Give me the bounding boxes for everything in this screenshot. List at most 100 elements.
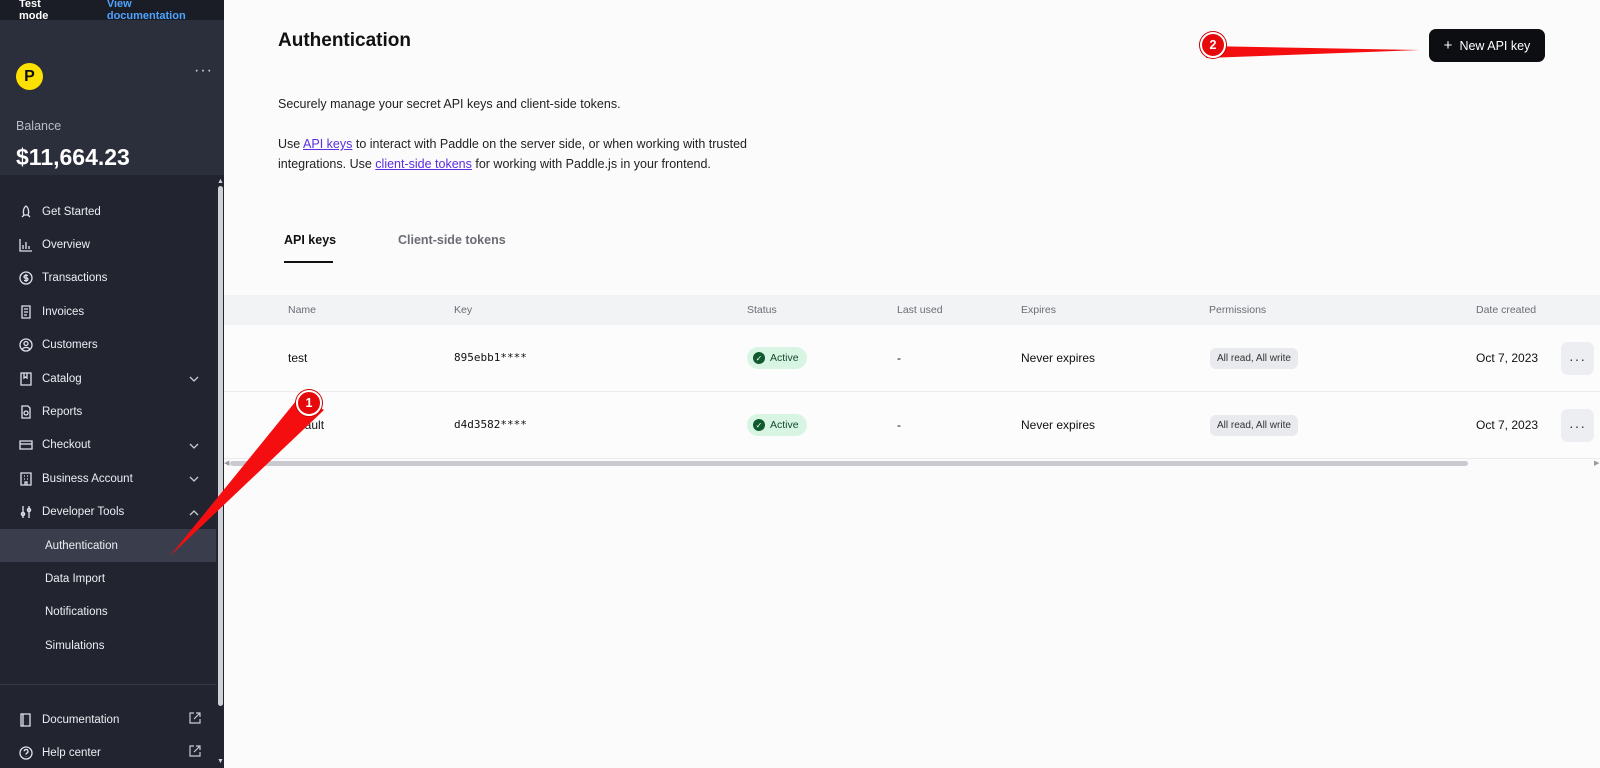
chevron-down-icon[interactable] bbox=[188, 473, 200, 485]
row-key: 895ebb1**** bbox=[454, 351, 527, 364]
external-link-icon bbox=[189, 712, 201, 724]
book-icon bbox=[19, 713, 33, 727]
check-circle-icon: ✓ bbox=[753, 352, 765, 364]
catalog-icon bbox=[19, 371, 33, 386]
sidebar-scrollbar-thumb[interactable] bbox=[218, 186, 223, 706]
scroll-up-arrow-icon[interactable]: ▲ bbox=[217, 178, 224, 185]
dollar-icon bbox=[19, 271, 33, 286]
chart-icon bbox=[19, 238, 33, 252]
sidebar-item-catalog[interactable]: Catalog bbox=[0, 362, 216, 395]
check-circle-icon: ✓ bbox=[753, 419, 765, 431]
status-badge: ✓ Active bbox=[747, 347, 807, 369]
scroll-down-arrow-icon[interactable]: ▼ bbox=[217, 758, 224, 765]
column-header-key[interactable]: Key bbox=[454, 304, 472, 316]
row-date-created: Oct 7, 2023 bbox=[1476, 418, 1539, 432]
row-name: test bbox=[288, 351, 308, 365]
active-tab-indicator bbox=[284, 261, 333, 263]
sidebar-item-developer-tools[interactable]: Developer Tools bbox=[0, 496, 216, 529]
chevron-down-icon[interactable] bbox=[188, 440, 200, 452]
paddle-logo[interactable]: P bbox=[16, 63, 43, 90]
api-keys-link[interactable]: API keys bbox=[303, 137, 352, 151]
row-actions-button[interactable]: ··· bbox=[1561, 409, 1594, 442]
status-label: Active bbox=[770, 419, 799, 431]
permissions-badge: All read, All write bbox=[1210, 415, 1298, 436]
table-horizontal-scrollbar[interactable] bbox=[230, 461, 1468, 466]
row-date-created: Oct 7, 2023 bbox=[1476, 351, 1539, 365]
column-header-status[interactable]: Status bbox=[747, 304, 777, 316]
permissions-badge: All read, All write bbox=[1210, 348, 1298, 369]
tab-client-side-tokens[interactable]: Client-side tokens bbox=[398, 233, 506, 247]
sidebar-item-label: Checkout bbox=[42, 439, 91, 452]
help-icon bbox=[19, 746, 33, 760]
sidebar-item-reports[interactable]: Reports bbox=[0, 395, 216, 428]
status-label: Active bbox=[770, 352, 799, 364]
column-header-permissions[interactable]: Permissions bbox=[1209, 304, 1266, 316]
row-expires: Never expires bbox=[1021, 418, 1096, 432]
building-icon bbox=[19, 472, 33, 486]
row-last-used: - bbox=[897, 418, 901, 432]
desc-text: for working with Paddle.js in your front… bbox=[475, 157, 711, 171]
table-header: Name Key Status Last used Expires Permis… bbox=[224, 295, 1600, 325]
intro-text: Securely manage your secret API keys and… bbox=[278, 97, 621, 111]
annotation-badge-1: 1 bbox=[296, 390, 322, 416]
sliders-icon bbox=[19, 505, 33, 519]
chevron-up-icon[interactable] bbox=[188, 507, 200, 519]
sidebar-item-transactions[interactable]: Transactions bbox=[0, 262, 216, 295]
balance-value: $11,664.23 bbox=[16, 144, 130, 170]
row-name: default bbox=[288, 418, 325, 432]
row-expires: Never expires bbox=[1021, 351, 1096, 365]
test-mode-bar: Test mode View documentation bbox=[0, 0, 224, 22]
sidebar: Test mode View documentation P ··· Balan… bbox=[0, 0, 224, 768]
sidebar-item-business-account[interactable]: Business Account bbox=[0, 462, 216, 495]
sidebar-item-label: Reports bbox=[42, 406, 83, 419]
tab-api-keys[interactable]: API keys bbox=[284, 233, 336, 247]
card-icon bbox=[19, 438, 33, 452]
client-side-tokens-link[interactable]: client-side tokens bbox=[375, 157, 472, 171]
description-paragraph: Use API keys to interact with Paddle on … bbox=[278, 134, 747, 174]
table-row[interactable]: default d4d3582**** ✓ Active - Never exp… bbox=[224, 392, 1600, 459]
sidebar-item-documentation[interactable]: Documentation bbox=[0, 703, 216, 736]
main-content: Authentication + New API key Securely ma… bbox=[224, 0, 1600, 768]
scroll-right-arrow-icon[interactable]: ▶ bbox=[1594, 459, 1599, 467]
sidebar-item-label: Business Account bbox=[42, 472, 133, 485]
sidebar-item-checkout[interactable]: Checkout bbox=[0, 429, 216, 462]
rocket-icon bbox=[19, 204, 33, 219]
report-icon bbox=[19, 405, 33, 419]
sidebar-nav: Get Started Overview Transactions Invoic… bbox=[0, 195, 216, 662]
sidebar-item-invoices[interactable]: Invoices bbox=[0, 295, 216, 328]
sidebar-item-label: Developer Tools bbox=[42, 506, 125, 519]
status-badge: ✓ Active bbox=[747, 414, 807, 436]
sidebar-item-overview[interactable]: Overview bbox=[0, 228, 216, 261]
chevron-down-icon[interactable] bbox=[188, 373, 200, 385]
sidebar-item-help-center[interactable]: Help center bbox=[0, 736, 216, 768]
desc-text: integrations. Use bbox=[278, 157, 372, 171]
row-key: d4d3582**** bbox=[454, 418, 527, 431]
test-mode-label: Test mode bbox=[19, 0, 49, 22]
sidebar-subitem-data-import[interactable]: Data Import bbox=[0, 562, 216, 595]
desc-text: to interact with Paddle on the server si… bbox=[355, 137, 748, 151]
more-menu-icon[interactable]: ··· bbox=[194, 62, 213, 80]
sidebar-subitem-notifications[interactable]: Notifications bbox=[0, 596, 216, 629]
sidebar-item-customers[interactable]: Customers bbox=[0, 329, 216, 362]
invoice-icon bbox=[19, 305, 33, 319]
column-header-last-used[interactable]: Last used bbox=[897, 304, 943, 316]
column-header-expires[interactable]: Expires bbox=[1021, 304, 1056, 316]
annotation-badge-2: 2 bbox=[1200, 32, 1226, 58]
row-last-used: - bbox=[897, 351, 901, 365]
sidebar-item-label: Overview bbox=[42, 239, 90, 252]
sidebar-bottom-nav: Documentation Help center bbox=[0, 703, 216, 768]
view-documentation-link[interactable]: View documentation bbox=[107, 0, 205, 22]
column-header-name[interactable]: Name bbox=[288, 304, 316, 316]
account-header: P ··· Balance $11,664.23 bbox=[0, 20, 224, 175]
sidebar-item-get-started[interactable]: Get Started bbox=[0, 195, 216, 228]
sidebar-divider bbox=[0, 684, 216, 685]
table-row[interactable]: test 895ebb1**** ✓ Active - Never expire… bbox=[224, 325, 1600, 392]
row-actions-button[interactable]: ··· bbox=[1561, 342, 1594, 375]
sidebar-item-label: Transactions bbox=[42, 272, 108, 285]
sidebar-subitem-simulations[interactable]: Simulations bbox=[0, 629, 216, 662]
sidebar-subitem-authentication[interactable]: Authentication bbox=[0, 528, 216, 563]
scroll-left-arrow-icon[interactable]: ◀ bbox=[224, 459, 229, 467]
desc-text: Use bbox=[278, 137, 301, 151]
column-header-date-created[interactable]: Date created bbox=[1476, 304, 1536, 316]
new-api-key-button[interactable]: + New API key bbox=[1429, 29, 1545, 62]
